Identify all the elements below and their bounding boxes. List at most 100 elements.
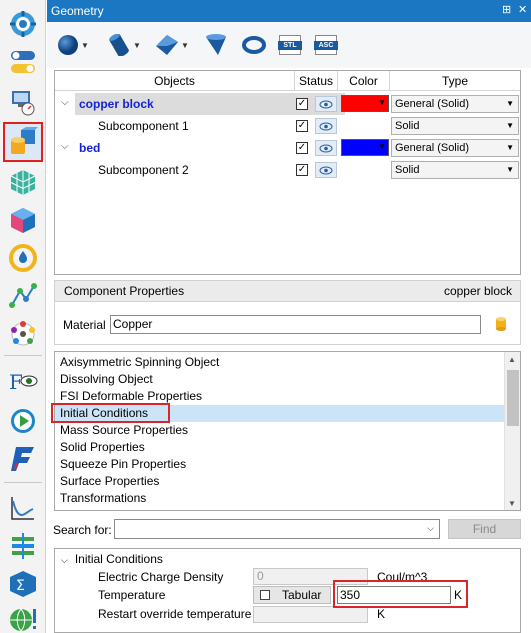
chevron-down-icon: ▼ <box>378 142 386 151</box>
toggle-icon[interactable] <box>5 44 41 80</box>
stl-label: STL <box>278 41 302 50</box>
visibility-checkbox[interactable]: ✓ <box>296 164 308 176</box>
component-properties-label: Component Properties <box>64 284 185 298</box>
geometry-blocks-icon[interactable] <box>3 122 43 162</box>
list-item[interactable]: Axisymmetric Spinning Object <box>55 354 505 371</box>
computer-gauge-icon[interactable] <box>5 84 41 120</box>
list-item[interactable]: Squeeze Pin Properties <box>55 456 505 473</box>
type-value: General (Solid) <box>395 142 469 154</box>
mesh-cube-icon[interactable] <box>5 164 41 200</box>
run-icon[interactable] <box>5 403 41 439</box>
type-select[interactable]: Solid ▼ <box>391 117 519 135</box>
eye-icon[interactable] <box>315 140 337 156</box>
visibility-checkbox[interactable]: ✓ <box>296 98 308 110</box>
list-item[interactable]: Solid Properties <box>55 439 505 456</box>
chevron-down-icon[interactable]: ▼ <box>181 41 189 50</box>
list-item[interactable]: Surface Properties <box>55 473 505 490</box>
pin-icon[interactable]: ⊞ <box>502 3 511 16</box>
material-database-icon[interactable] <box>495 316 507 335</box>
scroll-down-icon[interactable]: ▼ <box>508 499 516 508</box>
property-list: Axisymmetric Spinning Object Dissolving … <box>54 351 521 511</box>
tabular-checkbox[interactable]: Tabular <box>253 586 331 604</box>
header-type[interactable]: Type <box>390 71 520 91</box>
material-field[interactable]: Copper <box>110 315 481 334</box>
flow3d-icon[interactable] <box>5 440 41 476</box>
table-header: Objects Status Color Type <box>55 71 520 91</box>
find-button[interactable]: Find <box>448 519 521 539</box>
close-icon[interactable]: ✕ <box>518 3 527 16</box>
eye-icon[interactable] <box>315 96 337 112</box>
asc-import-button[interactable]: ASC <box>314 32 338 58</box>
chevron-down-icon[interactable]: ⌵ <box>427 523 434 534</box>
torus-icon <box>242 36 266 54</box>
object-name[interactable]: copper block <box>79 93 154 115</box>
cylinder-button[interactable]: ▼ <box>107 32 141 58</box>
color-wheel-icon[interactable] <box>5 316 41 352</box>
sphere-button[interactable]: ▼ <box>57 32 89 58</box>
stl-import-button[interactable]: STL <box>278 32 302 58</box>
list-item[interactable]: Mass Source Properties <box>55 422 505 439</box>
list-item[interactable]: Transformations <box>55 490 505 507</box>
initial-conditions-title: Initial Conditions <box>74 552 163 566</box>
object-name[interactable]: Subcomponent 2 <box>98 159 189 181</box>
type-select[interactable]: General (Solid) ▼ <box>391 95 519 113</box>
type-select[interactable]: Solid ▼ <box>391 161 519 179</box>
color-swatch[interactable]: ▼ <box>341 95 389 112</box>
graph-nodes-icon[interactable] <box>5 278 41 314</box>
eye-icon[interactable] <box>315 162 337 178</box>
header-status[interactable]: Status <box>295 71 338 91</box>
list-scrollbar[interactable]: ▲ ▼ <box>504 352 520 510</box>
box-icon <box>156 35 178 55</box>
header-color[interactable]: Color <box>338 71 390 91</box>
header-objects[interactable]: Objects <box>55 71 295 91</box>
table-row[interactable]: Subcomponent 1 ✓ Solid ▼ <box>55 115 520 137</box>
cone-button[interactable] <box>204 32 228 58</box>
toolbar-separator <box>4 482 42 483</box>
globe-alert-icon[interactable] <box>5 602 41 633</box>
globe-gear-icon[interactable] <box>5 6 41 42</box>
torus-button[interactable] <box>242 32 266 58</box>
material-panel: Material Copper <box>54 302 521 345</box>
title-bar: Geometry ⊞ ✕ <box>47 0 531 22</box>
checkbox-box[interactable] <box>260 590 270 600</box>
component-properties-header: Component Properties copper block <box>54 280 521 302</box>
material-label: Material <box>63 318 106 332</box>
box-icon[interactable] <box>5 202 41 238</box>
objects-table: Objects Status Color Type ⌵ copper block… <box>54 70 521 275</box>
type-value: Solid <box>395 164 420 176</box>
cone-icon <box>206 34 226 55</box>
restart-temperature-field[interactable] <box>253 606 368 623</box>
clock-drop-icon[interactable] <box>5 240 41 276</box>
object-name[interactable]: Subcomponent 1 <box>98 115 189 137</box>
chart-icon[interactable] <box>5 490 41 526</box>
list-item[interactable]: Dissolving Object <box>55 371 505 388</box>
type-value: General (Solid) <box>395 98 469 110</box>
toolbar-separator <box>4 355 42 356</box>
svg-text:Σ: Σ <box>16 578 25 594</box>
restart-temperature-label: Restart override temperature <box>98 607 252 621</box>
table-row[interactable]: Subcomponent 2 ✓ Solid ▼ <box>55 159 520 181</box>
temperature-highlight-box <box>333 580 468 608</box>
search-input[interactable]: ⌵ <box>114 519 440 539</box>
chevron-down-icon[interactable]: ⌵ <box>61 141 69 152</box>
box-button[interactable]: ▼ <box>155 32 189 58</box>
color-swatch[interactable]: ▼ <box>341 139 389 156</box>
chevron-down-icon[interactable]: ▼ <box>133 41 141 50</box>
object-name[interactable]: bed <box>79 137 100 159</box>
left-toolbar: F Σ <box>0 0 46 633</box>
scroll-up-icon[interactable]: ▲ <box>508 355 516 364</box>
chevron-down-icon[interactable]: ⌵ <box>61 97 69 108</box>
sigma-icon[interactable]: Σ <box>5 566 41 602</box>
eye-icon[interactable] <box>315 118 337 134</box>
scrollbar-thumb[interactable] <box>507 370 519 426</box>
visibility-checkbox[interactable]: ✓ <box>296 120 308 132</box>
layers-icon[interactable] <box>5 528 41 564</box>
asc-icon: ASC <box>314 35 338 55</box>
table-row[interactable]: ⌵ copper block ✓ ▼ General (Solid) ▼ <box>55 93 520 115</box>
initial-conditions-header[interactable]: ⌵ Initial Conditions <box>61 552 163 566</box>
type-select[interactable]: General (Solid) ▼ <box>391 139 519 157</box>
visibility-checkbox[interactable]: ✓ <box>296 142 308 154</box>
function-eye-icon[interactable]: F <box>5 364 41 400</box>
chevron-down-icon[interactable]: ▼ <box>81 41 89 50</box>
table-row[interactable]: ⌵ bed ✓ ▼ General (Solid) ▼ <box>55 137 520 159</box>
